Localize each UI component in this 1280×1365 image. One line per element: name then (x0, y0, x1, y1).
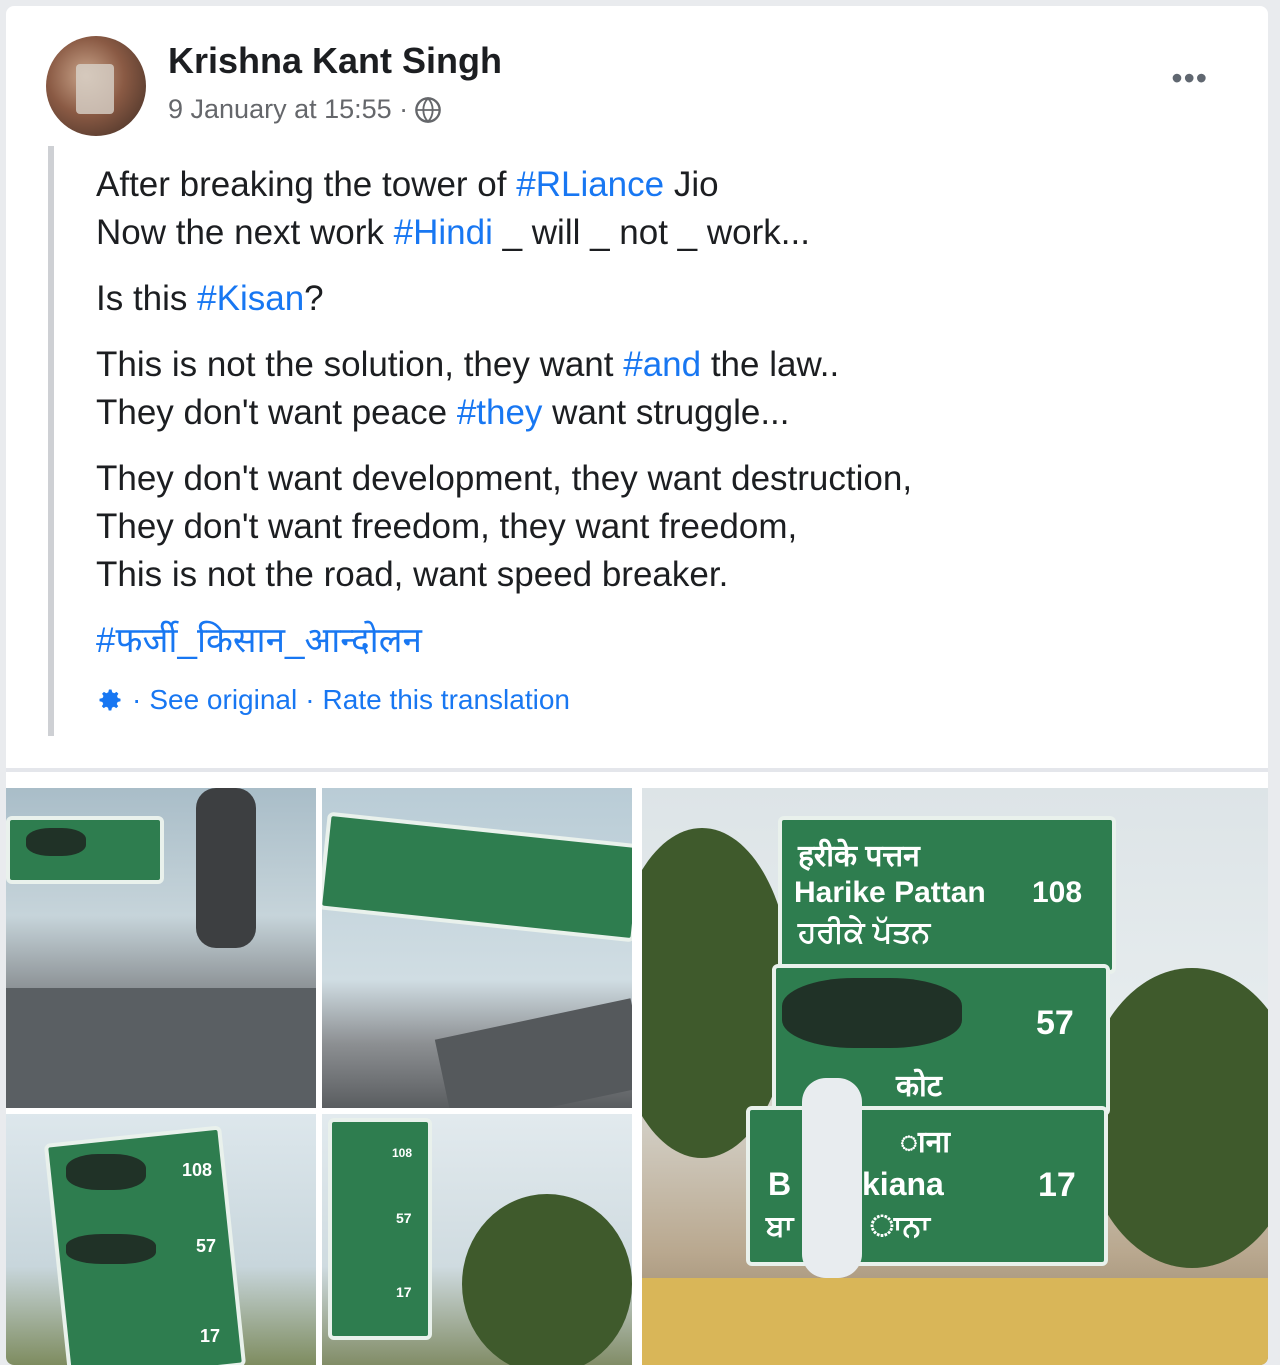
post-text-segment: This is not the road, want speed breaker… (96, 555, 729, 594)
vehicle (642, 1278, 1268, 1365)
sign-distance: 57 (1036, 1004, 1074, 1042)
tree (462, 1194, 632, 1365)
sign-partial: ਾਨਾ (870, 1210, 930, 1243)
road-sign (328, 1118, 432, 1340)
road-sign (322, 811, 632, 943)
sign-distance: 17 (396, 1284, 412, 1300)
quote-bar (48, 146, 54, 736)
bus-roof (434, 998, 632, 1108)
photo-grid: 108 57 17 108 57 17 हरीके पत्तन Harike P… (6, 788, 1268, 1365)
globe-icon (415, 96, 441, 123)
post-paragraph: Is this #Kisan? (96, 275, 1196, 323)
divider (6, 768, 1268, 772)
photo-sign-middle[interactable]: 108 57 17 (322, 1114, 632, 1365)
blackened-text (782, 978, 962, 1048)
post-card: Krishna Kant Singh 9 January at 15:55 · … (6, 6, 1268, 1365)
photo-large-sign[interactable]: हरीके पत्तन Harike Pattan 108 ਹਰੀਕੇ ਪੱਤਨ… (642, 788, 1268, 1365)
sign-distance: 17 (1038, 1166, 1076, 1204)
sign-partial: kiana (862, 1166, 944, 1202)
sign-distance: 57 (396, 1210, 412, 1226)
post-text-segment: This is not the solution, they want (96, 345, 624, 384)
sign-hindi: हरीके पत्तन (798, 840, 920, 873)
post-text-segment: Now the next work (96, 213, 394, 252)
road-sign-bottom: ाना B kiana 17 ਬਾ ਾਨਾ (746, 1106, 1108, 1266)
post-header: Krishna Kant Singh 9 January at 15:55 · … (6, 6, 1268, 146)
sign-punjabi: ਹਰੀਕੇ ਪੱਤਨ (798, 916, 931, 949)
photo-bus-sign[interactable] (6, 788, 316, 1108)
sign-partial: ਬਾ (766, 1210, 794, 1243)
post-text-segment: They don't want peace (96, 393, 457, 432)
post-text-segment: After breaking the tower of (96, 165, 517, 204)
translation-bar: · See original · Rate this translation (96, 684, 570, 716)
sign-partial: B (768, 1166, 792, 1202)
post-meta: 9 January at 15:55 · (168, 94, 442, 125)
sign-distance: 17 (200, 1326, 221, 1346)
post-paragraph: After breaking the tower of #RLiance Jio… (96, 161, 1196, 257)
separator: · (132, 684, 142, 715)
person (802, 1078, 862, 1278)
blackened-text (66, 1154, 146, 1190)
photo-overhead-sign[interactable] (322, 788, 632, 1108)
post-text-segment: Jio (664, 165, 719, 204)
photo-sign-left[interactable]: 108 57 17 (6, 1114, 316, 1365)
author-name[interactable]: Krishna Kant Singh (168, 40, 502, 82)
sign-distance: 108 (182, 1160, 213, 1180)
post-text-segment: They don't want development, they want d… (96, 459, 913, 498)
more-options-icon[interactable]: ••• (1171, 62, 1208, 94)
blackened-text (26, 828, 86, 856)
hashtag-link[interactable]: #Kisan (197, 279, 304, 318)
blackened-text (66, 1234, 156, 1264)
post-paragraph: They don't want development, they want d… (96, 455, 1196, 599)
sign-distance: 108 (392, 1146, 413, 1160)
sign-partial: कोट (896, 1070, 942, 1103)
hashtag-link[interactable]: #and (623, 345, 701, 384)
post-text-segment: want struggle... (542, 393, 790, 432)
hashtag-link[interactable]: #Hindi (394, 213, 493, 252)
post-text-segment: ? (304, 279, 324, 318)
gear-icon[interactable] (96, 686, 124, 714)
sign-distance: 108 (1032, 876, 1083, 909)
rate-translation-link[interactable]: Rate this translation (323, 684, 570, 716)
post-text-segment: the law.. (701, 345, 840, 384)
hashtag-link[interactable]: #they (457, 393, 543, 432)
sign-partial: ाना (900, 1126, 951, 1159)
person (196, 788, 256, 948)
separator: · (305, 684, 315, 715)
hashtag-link[interactable]: #RLiance (516, 165, 664, 204)
bus-roof (6, 988, 316, 1108)
post-timestamp[interactable]: 9 January at 15:55 · (168, 94, 408, 125)
see-original-link[interactable]: See original (149, 684, 297, 716)
post-text-segment: Is this (96, 279, 198, 318)
avatar[interactable] (46, 36, 146, 136)
post-text: After breaking the tower of #RLiance Jio… (96, 161, 1196, 683)
post-paragraph: This is not the solution, they want #and… (96, 341, 1196, 437)
sign-distance: 57 (196, 1236, 217, 1256)
post-text-segment: _ will _ not _ work... (492, 213, 810, 252)
post-paragraph: #फर्जी_किसान_आन्दोलन (96, 617, 1196, 665)
hashtag-link[interactable]: #फर्जी_किसान_आन्दोलन (96, 621, 422, 660)
road-sign-top: हरीके पत्तन Harike Pattan 108 ਹਰੀਕੇ ਪੱਤਨ (778, 816, 1116, 974)
sign-english: Harike Pattan (794, 876, 986, 909)
post-text-segment: They don't want freedom, they want freed… (96, 507, 798, 546)
